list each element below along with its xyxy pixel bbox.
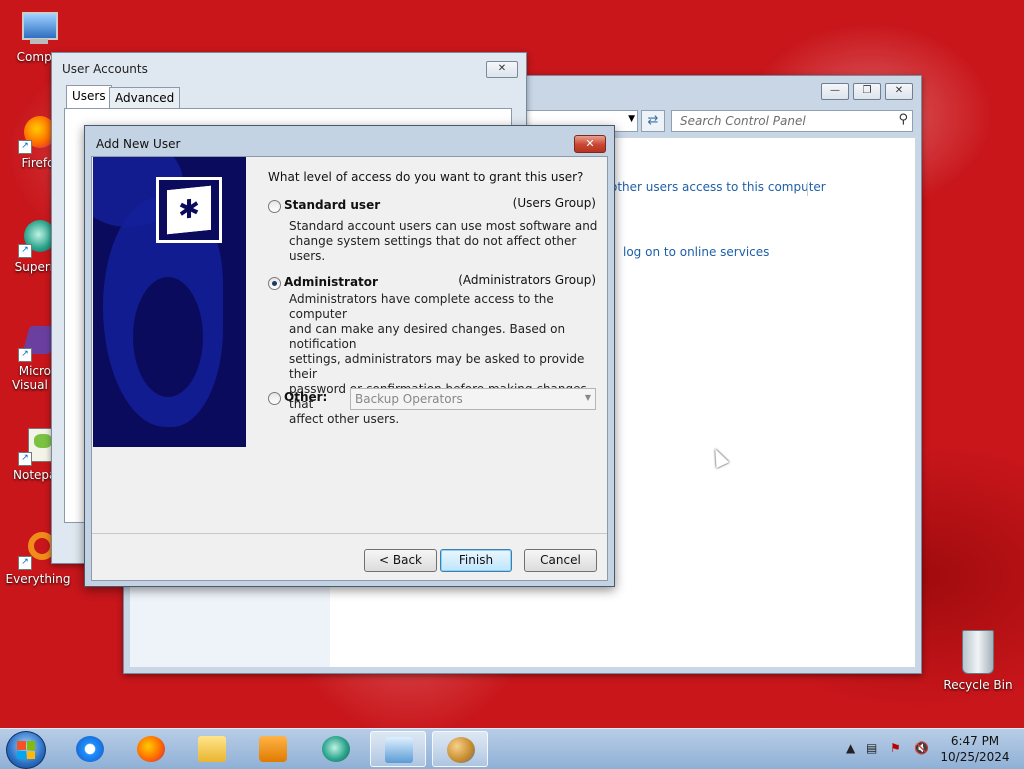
other-radio[interactable] bbox=[268, 392, 281, 405]
select-value: Backup Operators bbox=[355, 392, 463, 406]
standard-user-description: Standard account users can use most soft… bbox=[289, 219, 607, 264]
wizard-banner-image: ✱ bbox=[93, 157, 246, 447]
refresh-button[interactable]: ⇄ bbox=[641, 110, 665, 132]
dialog-body: ✱ What level of access do you want to gr… bbox=[91, 156, 608, 581]
standard-user-group: (Users Group) bbox=[512, 196, 596, 210]
internet-explorer-icon bbox=[76, 736, 104, 762]
administrator-label[interactable]: Administrator bbox=[284, 275, 378, 289]
add-new-user-dialog[interactable]: Add New User ✕ ✱ What level of access do… bbox=[84, 125, 615, 587]
other-label[interactable]: Other: bbox=[284, 390, 327, 404]
standard-user-label[interactable]: Standard user bbox=[284, 198, 380, 212]
action-center-icon[interactable]: ⚑ bbox=[890, 741, 901, 755]
access-level-question: What level of access do you want to gran… bbox=[268, 170, 584, 184]
close-button[interactable]: ✕ bbox=[486, 61, 518, 78]
maximize-button[interactable]: ❐ bbox=[853, 83, 881, 100]
other-group-select: Backup Operators ▼ bbox=[350, 388, 596, 410]
clock-time: 6:47 PM bbox=[950, 734, 1000, 748]
shortcut-arrow-icon: ↗ bbox=[18, 452, 32, 466]
taskbar-explorer[interactable] bbox=[184, 731, 240, 767]
chevron-down-icon: ▼ bbox=[584, 393, 591, 402]
cancel-button[interactable]: Cancel bbox=[524, 549, 597, 572]
start-button[interactable] bbox=[6, 731, 46, 769]
window-title: User Accounts bbox=[62, 62, 148, 76]
supermium-icon bbox=[322, 736, 350, 762]
button-separator bbox=[92, 533, 607, 534]
desktop-icon-recycle-bin[interactable]: Recycle Bin bbox=[940, 630, 1016, 692]
description-line: and can make any desired changes. Based … bbox=[289, 322, 566, 351]
description-line: affect other users. bbox=[289, 412, 400, 426]
clock-date: 10/25/2024 bbox=[940, 750, 1010, 764]
taskbar-user-accounts[interactable] bbox=[432, 731, 488, 767]
taskbar: ▲ ▤ ⚑ 🔇 6:47 PM 10/25/2024 bbox=[0, 728, 1024, 769]
description-line: change system settings that do not affec… bbox=[289, 234, 577, 263]
taskbar-internet-explorer[interactable] bbox=[62, 731, 118, 767]
back-button[interactable]: < Back bbox=[364, 549, 437, 572]
users-icon bbox=[447, 737, 475, 763]
refresh-icon: ⇄ bbox=[647, 113, 659, 128]
recycle-bin-icon bbox=[962, 630, 994, 674]
minimize-button[interactable]: — bbox=[821, 83, 849, 100]
taskbar-media-player[interactable] bbox=[245, 731, 301, 767]
description-line: Administrators have complete access to t… bbox=[289, 292, 554, 321]
close-button[interactable]: ✕ bbox=[885, 83, 913, 100]
description-line: settings, administrators may be asked to… bbox=[289, 352, 585, 381]
firefox-icon bbox=[137, 736, 165, 762]
network-icon[interactable]: ▤ bbox=[866, 741, 877, 755]
media-player-icon bbox=[259, 736, 287, 762]
standard-user-radio[interactable] bbox=[268, 200, 281, 213]
window-controls: — ❐ ✕ bbox=[821, 83, 913, 100]
shortcut-arrow-icon: ↗ bbox=[18, 556, 32, 570]
show-hidden-icons-icon[interactable]: ▲ bbox=[846, 741, 855, 755]
volume-muted-icon[interactable]: 🔇 bbox=[914, 741, 929, 755]
taskbar-control-panel[interactable] bbox=[370, 731, 426, 767]
windows-logo-icon bbox=[17, 741, 35, 759]
search-placeholder: Search Control Panel bbox=[680, 114, 806, 128]
tab-advanced[interactable]: Advanced bbox=[109, 87, 181, 108]
close-button[interactable]: ✕ bbox=[574, 135, 606, 153]
finish-button[interactable]: Finish bbox=[440, 549, 512, 572]
shortcut-arrow-icon: ↗ bbox=[18, 348, 32, 362]
link-give-users-access[interactable]: other users access to this computer bbox=[610, 180, 826, 194]
description-line: Standard account users can use most soft… bbox=[289, 219, 598, 233]
search-icon[interactable]: ⚲ bbox=[898, 112, 908, 127]
control-panel-icon bbox=[385, 737, 413, 763]
administrator-radio[interactable] bbox=[268, 277, 281, 290]
search-input[interactable]: Search Control Panel ⚲ bbox=[671, 110, 913, 132]
taskbar-firefox[interactable] bbox=[123, 731, 179, 767]
chevron-down-icon[interactable]: ▼ bbox=[628, 114, 635, 124]
administrator-group: (Administrators Group) bbox=[458, 273, 596, 287]
taskbar-supermium[interactable] bbox=[308, 731, 364, 767]
link-online-services[interactable]: log on to online services bbox=[623, 245, 769, 259]
key-icon: ✱ bbox=[156, 177, 222, 243]
shortcut-arrow-icon: ↗ bbox=[18, 140, 32, 154]
dialog-title: Add New User bbox=[96, 137, 181, 151]
tab-users[interactable]: Users bbox=[66, 85, 112, 109]
divider bbox=[807, 182, 808, 196]
desktop-icon-label: Recycle Bin bbox=[943, 678, 1013, 692]
computer-icon bbox=[18, 8, 58, 48]
desktop-icon-label: Everything bbox=[5, 572, 71, 586]
folder-icon bbox=[198, 736, 226, 762]
shortcut-arrow-icon: ↗ bbox=[18, 244, 32, 258]
system-clock[interactable]: 6:47 PM 10/25/2024 bbox=[936, 733, 1014, 765]
